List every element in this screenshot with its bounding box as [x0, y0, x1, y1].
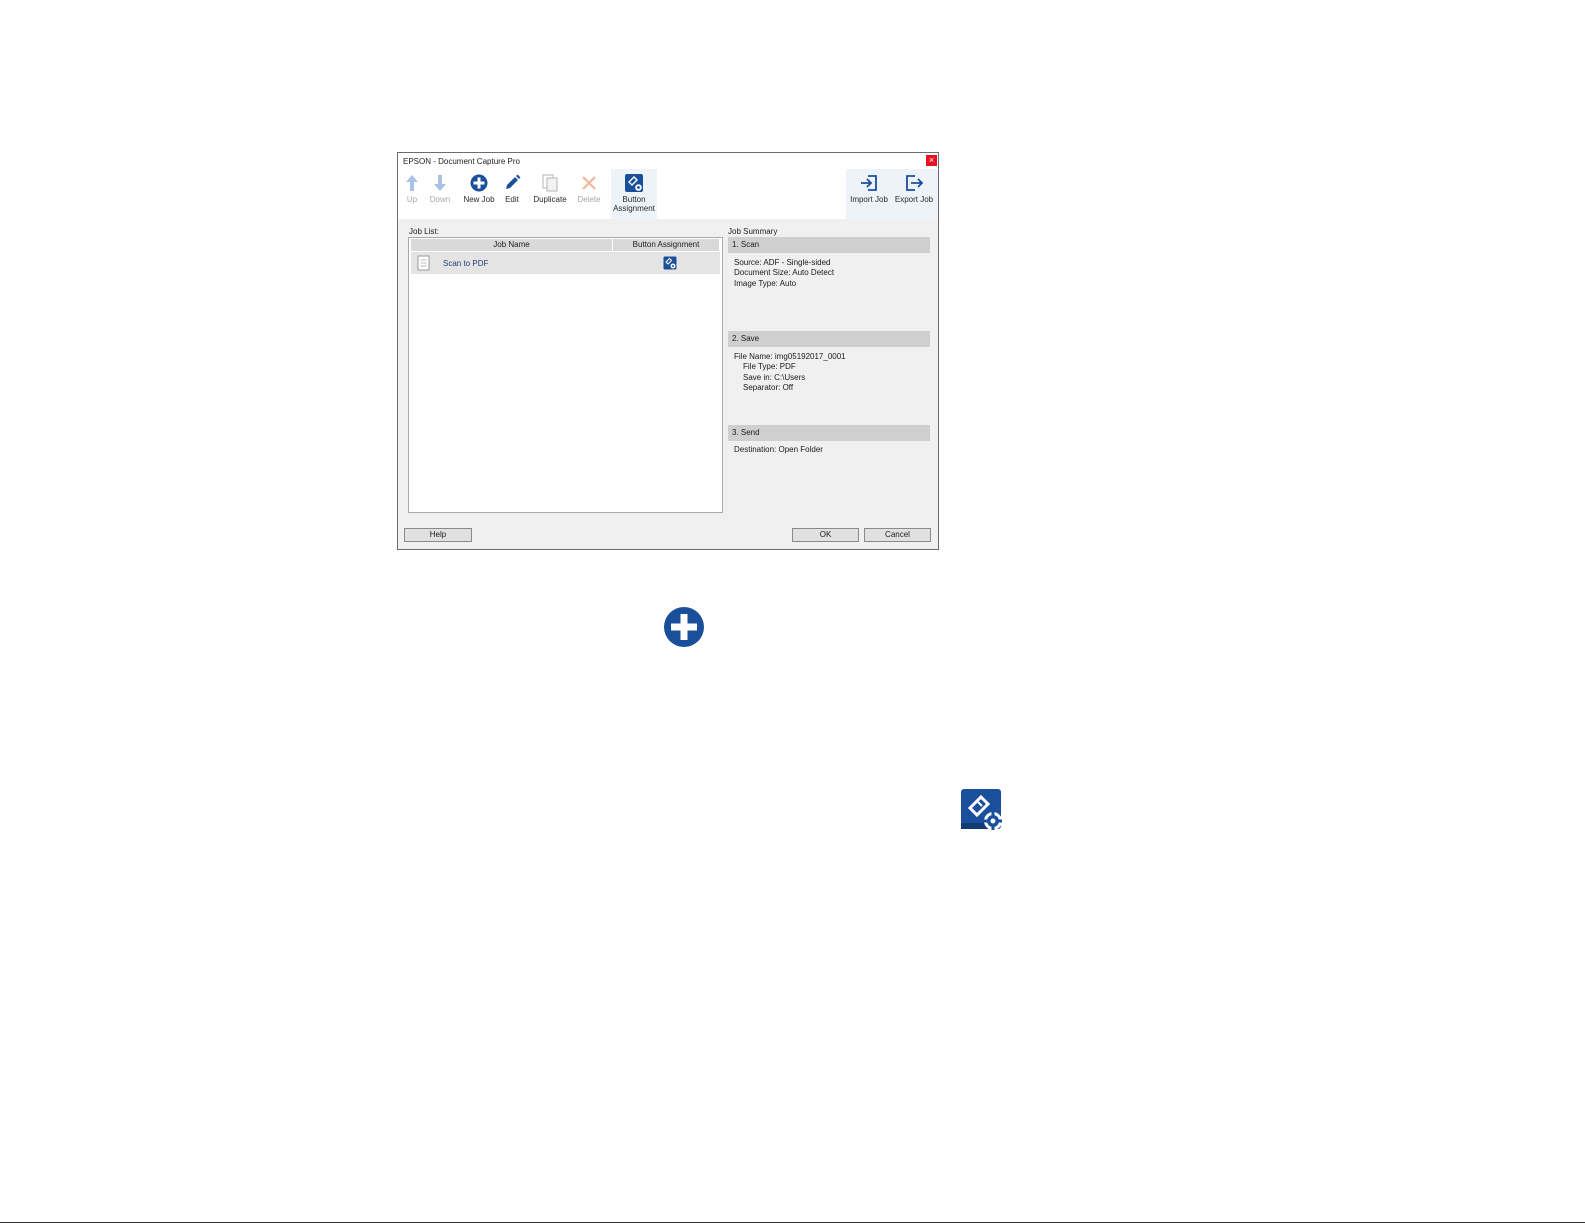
- window-title: EPSON - Document Capture Pro: [403, 156, 520, 166]
- toolbar: Up Down New Job Edit Duplicate Delete Bu…: [398, 169, 938, 219]
- column-button-assignment[interactable]: Button Assignment: [613, 239, 720, 251]
- up-label: Up: [406, 195, 418, 204]
- delete-label: Delete: [577, 195, 601, 204]
- help-button[interactable]: Help: [404, 528, 472, 542]
- duplicate-button[interactable]: Duplicate: [531, 173, 569, 217]
- duplicate-label: Duplicate: [533, 195, 567, 204]
- scan-source: Source: ADF - Single-sided: [734, 258, 831, 267]
- pencil-icon: [502, 173, 522, 193]
- up-arrow-icon: [402, 173, 422, 193]
- down-button[interactable]: Down: [428, 173, 452, 217]
- button-assignment-icon: [960, 788, 1004, 832]
- job-list-label: Job List:: [409, 227, 439, 236]
- close-button[interactable]: ×: [926, 155, 937, 166]
- import-job-button[interactable]: Import Job: [847, 173, 891, 217]
- import-job-label: Import Job: [850, 195, 888, 204]
- scan-document-size: Document Size: Auto Detect: [734, 268, 835, 277]
- bottom-divider: [0, 1222, 1585, 1223]
- save-separator: Separator: Off: [743, 383, 794, 392]
- down-label: Down: [429, 195, 451, 204]
- send-destination: Destination: Open Folder: [734, 445, 823, 454]
- edit-button[interactable]: Edit: [502, 173, 522, 217]
- import-icon: [859, 173, 879, 193]
- button-assignment-label-line1: Button: [622, 195, 646, 204]
- export-job-label: Export Job: [894, 195, 934, 204]
- up-button[interactable]: Up: [402, 173, 422, 217]
- send-section-header: 3. Send: [728, 425, 930, 441]
- new-job-label: New Job: [463, 195, 495, 204]
- button-assignment-label-line2: Assignment: [613, 204, 655, 213]
- delete-button[interactable]: Delete: [576, 173, 602, 217]
- job-list[interactable]: Job Name Button Assignment Scan to PDF: [408, 237, 723, 513]
- job-summary-label: Job Summary: [728, 227, 778, 236]
- button-assignment-icon: [624, 173, 644, 193]
- delete-x-icon: [579, 173, 599, 193]
- save-section-header: 2. Save: [728, 331, 930, 347]
- button-assignment-icon: [663, 256, 677, 270]
- export-icon: [904, 173, 924, 193]
- column-job-name[interactable]: Job Name: [411, 239, 613, 251]
- new-job-button[interactable]: New Job: [462, 173, 496, 217]
- down-arrow-icon: [430, 173, 450, 193]
- button-assignment-button[interactable]: Button Assignment: [611, 173, 657, 217]
- document-capture-pro-window: EPSON - Document Capture Pro × Up Down N…: [397, 152, 939, 550]
- plus-circle-icon: [663, 606, 705, 648]
- plus-circle-icon: [469, 173, 489, 193]
- scan-section-header: 1. Scan: [728, 237, 930, 253]
- save-file-name: File Name: img05192017_0001: [734, 352, 846, 361]
- export-job-button[interactable]: Export Job: [893, 173, 935, 217]
- button-assignment-label: Button Assignment: [613, 195, 655, 213]
- scan-image-type: Image Type: Auto: [734, 279, 797, 288]
- document-icon: [417, 255, 431, 271]
- ok-button[interactable]: OK: [792, 528, 859, 542]
- save-location: Save in: C:\Users: [743, 373, 806, 382]
- edit-label: Edit: [505, 195, 519, 204]
- title-bar: EPSON - Document Capture Pro ×: [398, 153, 938, 169]
- cancel-button[interactable]: Cancel: [864, 528, 931, 542]
- table-row[interactable]: Scan to PDF: [411, 252, 720, 274]
- job-name-cell: Scan to PDF: [443, 258, 489, 268]
- duplicate-icon: [540, 173, 560, 193]
- save-file-type: File Type: PDF: [743, 362, 796, 371]
- job-list-header: Job Name Button Assignment: [411, 239, 720, 251]
